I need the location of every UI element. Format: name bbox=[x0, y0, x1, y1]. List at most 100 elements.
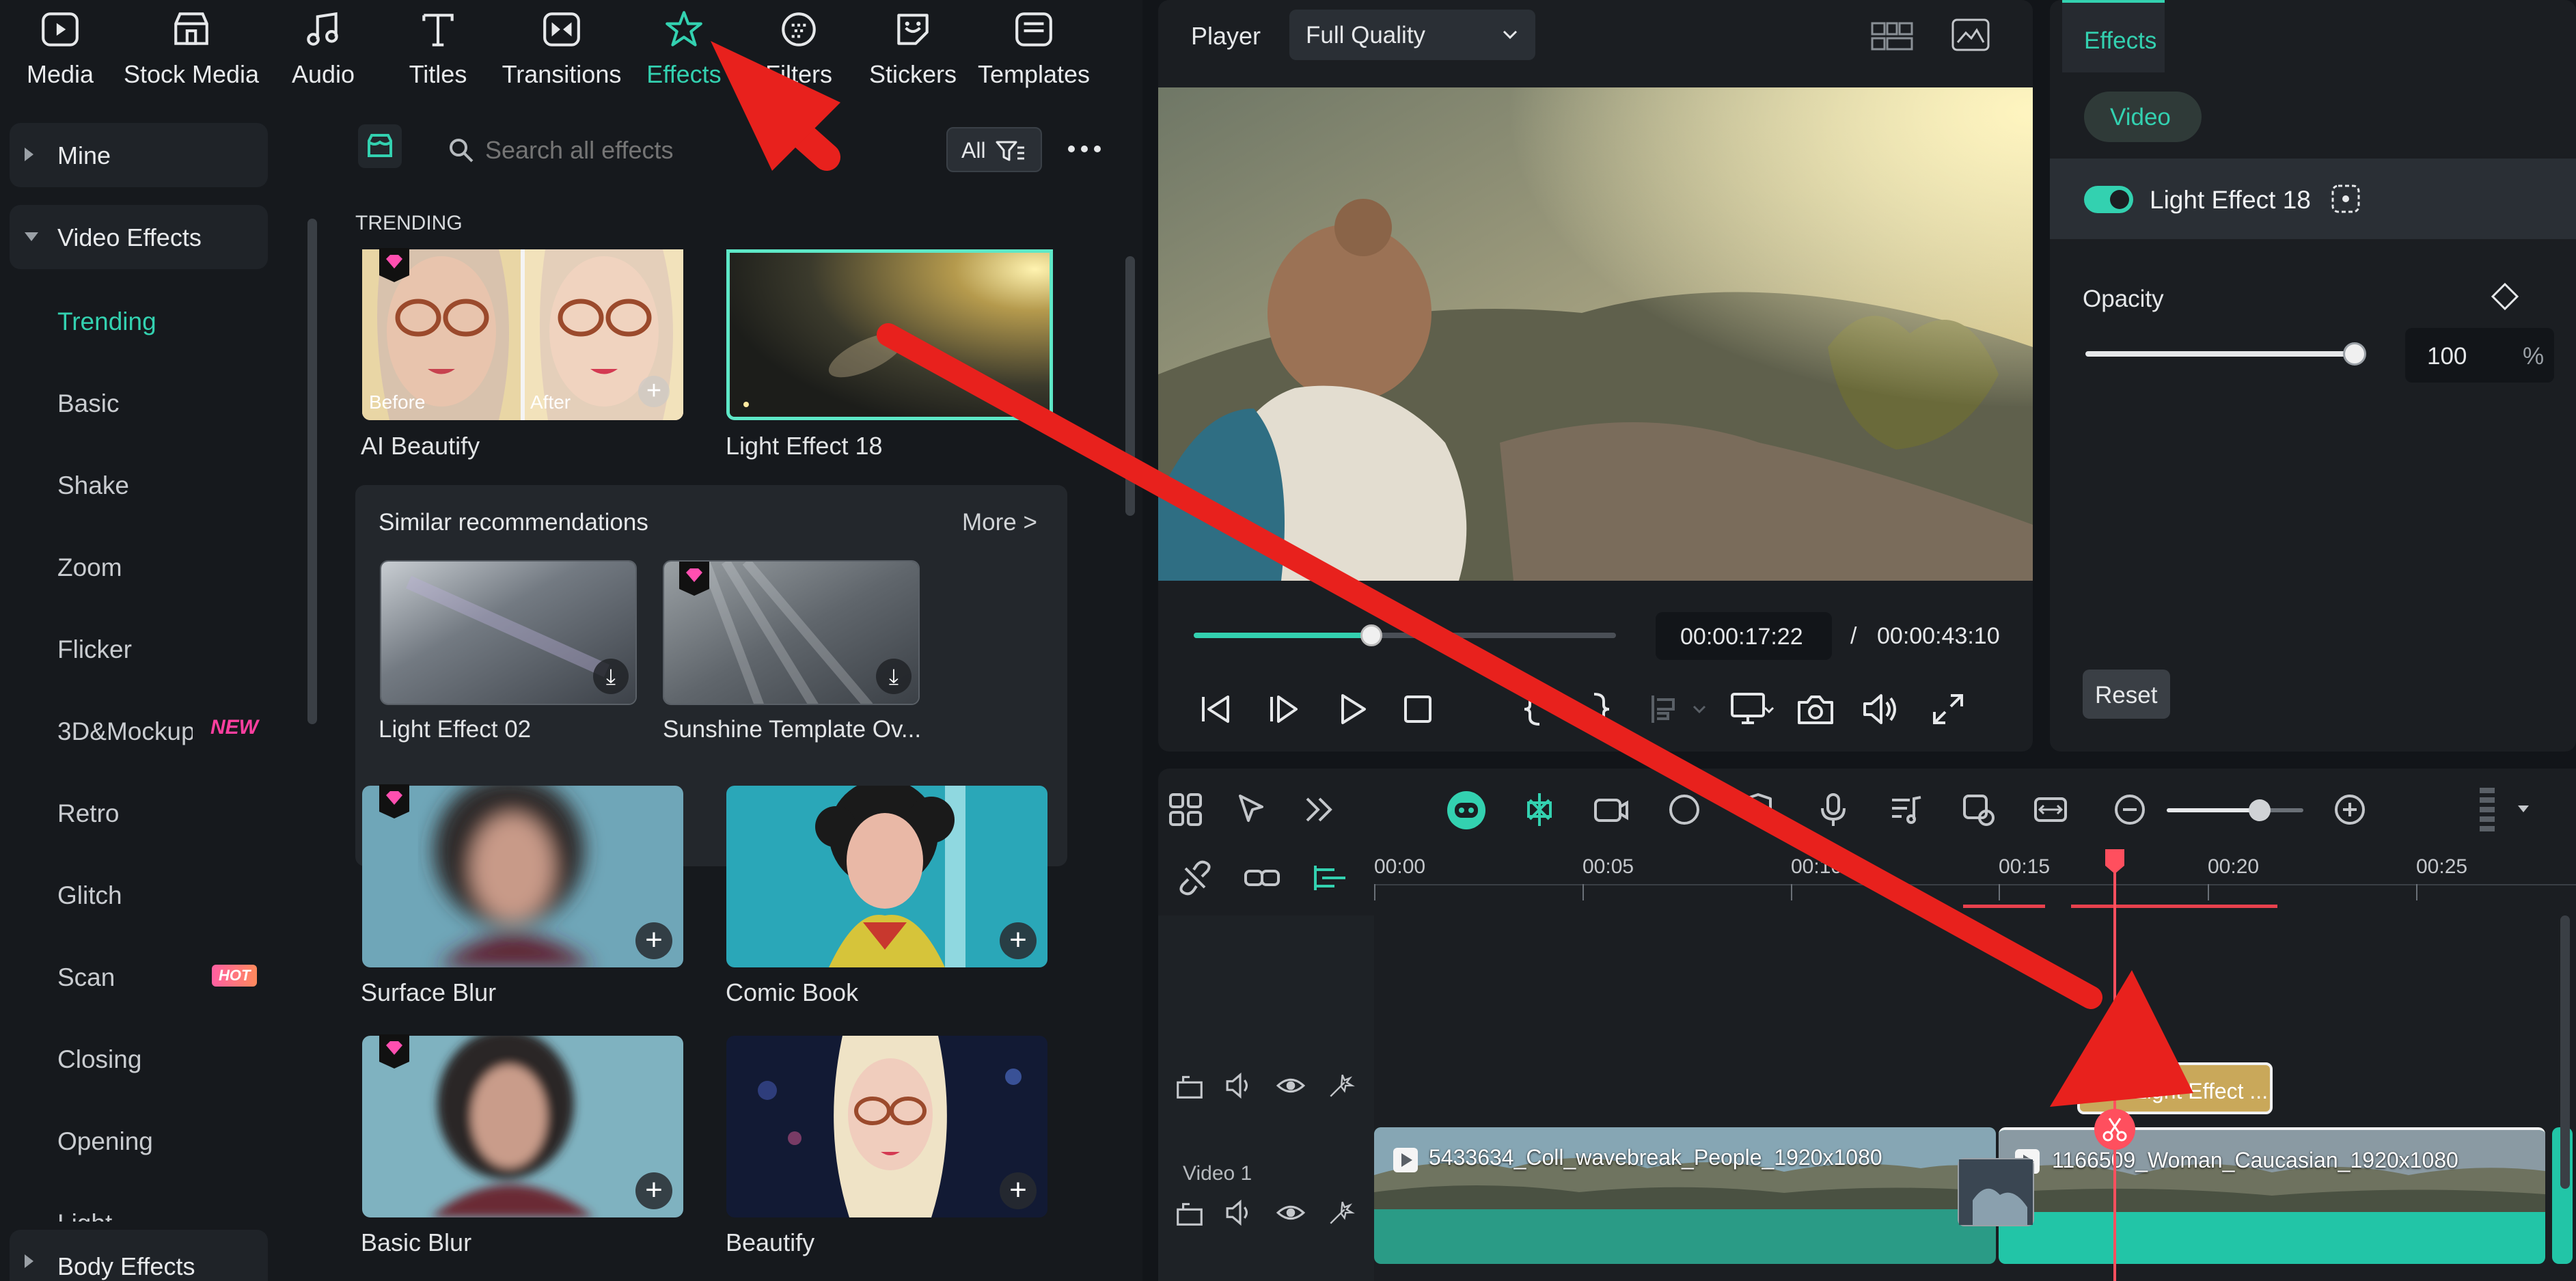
microphone-icon[interactable] bbox=[1814, 790, 1852, 829]
sidebar-item-3d-mockup[interactable]: 3D&Mockup bbox=[57, 717, 193, 746]
add-effect-icon[interactable]: + bbox=[635, 1172, 672, 1209]
track-visibility-icon[interactable] bbox=[1276, 1198, 1306, 1228]
stop-icon[interactable] bbox=[1400, 691, 1436, 727]
sidebar-item-closing[interactable]: Closing bbox=[57, 1045, 141, 1074]
display-output-icon[interactable] bbox=[1729, 690, 1775, 728]
playback-scrubber[interactable] bbox=[1194, 624, 1616, 646]
tab-templates[interactable]: Templates bbox=[965, 4, 1102, 100]
opacity-slider[interactable] bbox=[2085, 342, 2366, 366]
effect-card-surface-blur[interactable]: + bbox=[362, 786, 683, 967]
layout-grid-icon[interactable] bbox=[1166, 790, 1205, 829]
track-audio-icon[interactable] bbox=[1225, 1198, 1255, 1228]
link-clips-icon[interactable] bbox=[1243, 859, 1281, 897]
camera-snapshot-icon[interactable] bbox=[1796, 691, 1835, 727]
track-effect-icon[interactable] bbox=[1326, 1071, 1356, 1101]
sidebar-scrollbar[interactable] bbox=[307, 219, 317, 724]
add-effect-icon[interactable]: + bbox=[635, 922, 672, 959]
effect-card-light-effect-18[interactable] bbox=[726, 249, 1053, 420]
timeline-ruler[interactable]: 00:00 00:05 00:10 00:15 00:20 00:25 bbox=[1374, 847, 2576, 915]
sidebar-item-basic[interactable]: Basic bbox=[57, 389, 119, 418]
speed-icon[interactable] bbox=[1665, 790, 1703, 829]
category-mine[interactable]: Mine bbox=[10, 123, 268, 187]
effect-card-light-effect-02[interactable]: ⤓ bbox=[380, 560, 637, 705]
zoom-slider[interactable] bbox=[2167, 799, 2303, 821]
sidebar-item-trending[interactable]: Trending bbox=[57, 307, 156, 336]
sidebar-item-scan[interactable]: Scan bbox=[57, 963, 115, 992]
timeline-settings-icon[interactable] bbox=[2470, 785, 2538, 834]
tab-effects-properties[interactable]: Effects bbox=[2062, 0, 2165, 72]
add-video-icon[interactable] bbox=[1591, 790, 1630, 829]
tab-titles[interactable]: Titles bbox=[370, 4, 506, 100]
volume-icon[interactable] bbox=[1862, 691, 1900, 727]
sidebar-item-opening[interactable]: Opening bbox=[57, 1127, 153, 1156]
effect-card-basic-blur[interactable]: + bbox=[362, 1036, 683, 1217]
download-icon[interactable]: ⤓ bbox=[876, 659, 912, 694]
add-effect-icon[interactable]: + bbox=[1000, 1172, 1037, 1209]
auto-sync-icon[interactable] bbox=[1959, 790, 1997, 829]
opacity-input[interactable]: 100 % bbox=[2405, 328, 2554, 383]
applied-effect-row[interactable]: Light Effect 18 bbox=[2050, 159, 2576, 239]
fullscreen-icon[interactable] bbox=[1930, 691, 1966, 727]
sidebar-item-retro[interactable]: Retro bbox=[57, 799, 119, 828]
mark-out-icon[interactable] bbox=[1585, 691, 1612, 727]
scissors-split-icon[interactable] bbox=[2094, 1109, 2135, 1150]
scrubber-handle[interactable] bbox=[1360, 624, 1382, 646]
effect-card-beautify[interactable]: + bbox=[726, 1036, 1047, 1217]
track-audio-icon[interactable] bbox=[1225, 1071, 1255, 1101]
snapshot-image-icon[interactable] bbox=[1951, 18, 1990, 52]
sidebar-item-zoom[interactable]: Zoom bbox=[57, 553, 122, 582]
download-icon[interactable]: ⤓ bbox=[593, 659, 629, 694]
zoom-out-icon[interactable] bbox=[2111, 790, 2149, 829]
video-clip-1[interactable]: 5433634_Coll_wavebreak_People_1920x1080 bbox=[1374, 1127, 1996, 1264]
smart-cut-icon[interactable] bbox=[1520, 790, 1559, 829]
next-frame-icon[interactable] bbox=[1266, 691, 1302, 727]
effect-card-sunshine-template[interactable]: ⤓ bbox=[663, 560, 920, 705]
effect-card-comic-book[interactable]: + bbox=[726, 786, 1047, 967]
effect-card-ai-beautify[interactable]: Before After + bbox=[362, 249, 683, 420]
previous-frame-icon[interactable] bbox=[1198, 691, 1233, 727]
timeline-scrollbar[interactable] bbox=[2560, 915, 2570, 1189]
shield-icon[interactable] bbox=[1739, 790, 1777, 829]
browser-scrollbar[interactable] bbox=[1125, 256, 1135, 516]
playhead[interactable] bbox=[2113, 849, 2116, 1281]
track-effect-icon[interactable] bbox=[1326, 1198, 1356, 1228]
sidebar-item-flicker[interactable]: Flicker bbox=[57, 635, 132, 664]
tab-stickers[interactable]: Stickers bbox=[845, 4, 981, 100]
track-lock-icon[interactable] bbox=[1175, 1071, 1205, 1101]
filter-dropdown[interactable]: All bbox=[946, 127, 1042, 172]
tab-media[interactable]: Media bbox=[0, 4, 128, 100]
insert-dropdown-icon[interactable] bbox=[1649, 691, 1714, 727]
grid-view-icon[interactable] bbox=[1871, 19, 1913, 53]
reset-button[interactable]: Reset bbox=[2083, 670, 2170, 719]
effect-clip-light-effect[interactable]: Light Effect ... bbox=[2077, 1062, 2273, 1114]
ai-assistant-icon[interactable] bbox=[1445, 789, 1488, 831]
fit-timeline-icon[interactable] bbox=[2031, 790, 2070, 829]
sidebar-item-shake[interactable]: Shake bbox=[57, 471, 129, 500]
select-pointer-icon[interactable] bbox=[1233, 790, 1272, 829]
keyframe-diamond-icon[interactable] bbox=[2490, 281, 2520, 312]
tab-stock-media[interactable]: Stock Media bbox=[123, 4, 260, 100]
mark-in-icon[interactable] bbox=[1522, 691, 1549, 727]
more-options-icon[interactable] bbox=[1067, 143, 1101, 154]
add-effect-icon[interactable]: + bbox=[1000, 922, 1037, 959]
magnetic-track-icon[interactable] bbox=[1311, 859, 1349, 897]
video-preview[interactable] bbox=[1158, 87, 2033, 581]
audio-mix-icon[interactable] bbox=[1887, 790, 1925, 829]
video-clip-2[interactable]: 1166509_Woman_Caucasian_1920x1080 bbox=[1999, 1127, 2545, 1264]
opacity-slider-handle[interactable] bbox=[2343, 342, 2366, 366]
more-link[interactable]: More > bbox=[962, 509, 1037, 536]
more-tools-icon[interactable] bbox=[1300, 790, 1339, 829]
tab-transitions[interactable]: Transitions bbox=[493, 4, 630, 100]
effect-toggle[interactable] bbox=[2084, 186, 2133, 213]
zoom-in-icon[interactable] bbox=[2331, 790, 2369, 829]
category-body-effects[interactable]: Body Effects bbox=[10, 1230, 268, 1281]
search-input[interactable] bbox=[485, 130, 895, 171]
track-visibility-icon[interactable] bbox=[1276, 1071, 1306, 1101]
unlink-icon[interactable] bbox=[1176, 859, 1214, 897]
quality-dropdown[interactable]: Full Quality bbox=[1289, 10, 1535, 60]
category-pill-video[interactable]: Video bbox=[2084, 92, 2202, 142]
sidebar-item-light[interactable]: Light bbox=[57, 1209, 112, 1222]
play-icon[interactable] bbox=[1334, 691, 1370, 727]
add-effect-icon[interactable]: + bbox=[638, 376, 670, 407]
current-time-field[interactable]: 00:00:17:22 bbox=[1656, 612, 1832, 660]
